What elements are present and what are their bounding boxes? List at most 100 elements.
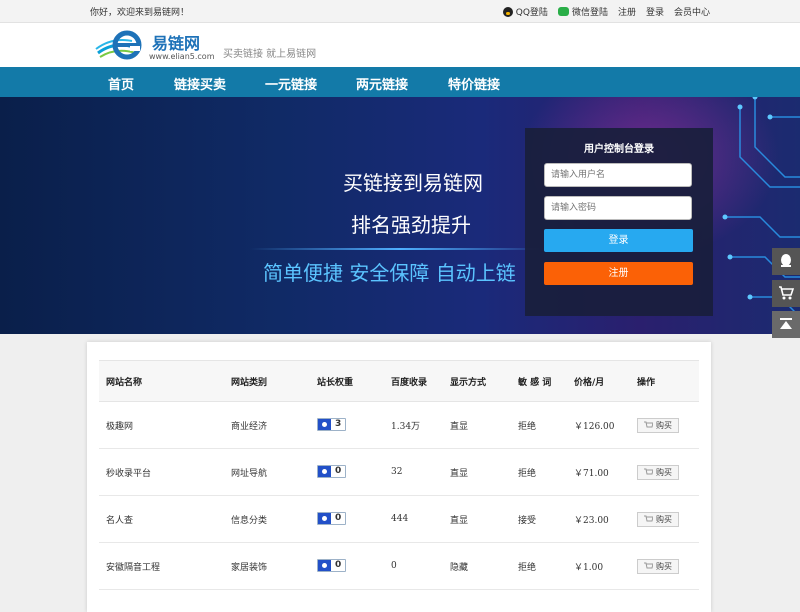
nav-item-two-yuan[interactable]: 两元链接 xyxy=(356,74,408,93)
password-input[interactable] xyxy=(544,196,692,220)
site-slogan: 买卖链接 就上易链网 xyxy=(223,49,317,60)
qq-login-label: QQ登陆 xyxy=(515,8,548,18)
site-domain: www.elian5.com xyxy=(149,52,215,61)
table-row: 名人查 信息分类 0 444 直显 接受 ￥23.00 购买 xyxy=(99,495,699,543)
side-qq-button[interactable] xyxy=(772,248,800,275)
baidu-indexed: 0 xyxy=(384,542,443,590)
cart-icon xyxy=(644,562,653,569)
baidu-weight-badge: 0 xyxy=(317,511,347,525)
site-name[interactable]: 名人查 xyxy=(99,495,224,543)
site-header: 易链网 www.elian5.com 买卖链接 就上易链网 xyxy=(0,23,800,67)
col-price: 价格/月 xyxy=(567,360,630,402)
side-back-to-top-button[interactable] xyxy=(772,311,800,338)
weight-value: 0 xyxy=(335,560,342,570)
nav-item-home[interactable]: 首页 xyxy=(108,74,134,93)
action-cell: 购买 xyxy=(630,495,699,543)
monthly-price: ￥1.00 xyxy=(567,542,630,590)
top-bar: 你好，欢迎来到易链网！ QQ登陆 微信登陆 注册 登录 会员中心 xyxy=(0,0,800,23)
qq-login-link[interactable]: QQ登陆 xyxy=(502,5,548,18)
site-name[interactable]: 秒收录平台 xyxy=(99,448,224,496)
cart-icon xyxy=(779,286,794,300)
buy-button[interactable]: 购买 xyxy=(637,558,679,574)
buy-label: 购买 xyxy=(656,420,672,430)
sensitive-words: 接受 xyxy=(511,495,567,543)
buy-button[interactable]: 购买 xyxy=(637,511,679,527)
site-weight: 0 xyxy=(310,448,384,496)
monthly-price: ￥126.00 xyxy=(567,401,630,449)
login-button[interactable]: 登录 xyxy=(544,229,693,252)
monthly-price: ￥23.00 xyxy=(567,495,630,543)
cart-icon xyxy=(644,515,653,522)
site-category: 信息分类 xyxy=(224,495,310,543)
table-row: 极趣网 商业经济 3 1.34万 直显 拒绝 ￥126.00 购买 xyxy=(99,401,699,449)
baidu-weight-badge: 3 xyxy=(317,417,347,431)
site-category: 家居装饰 xyxy=(224,542,310,590)
site-name[interactable]: 极趣网 xyxy=(99,401,224,449)
site-logo[interactable] xyxy=(94,27,150,63)
col-sensitive: 敏 感 词 xyxy=(511,360,567,402)
banner-line-3: 简单便捷 安全保障 自动上链 xyxy=(263,261,516,285)
login-title: 用户控制台登录 xyxy=(584,144,654,155)
site-weight: 0 xyxy=(310,495,384,543)
buy-button[interactable]: 购买 xyxy=(637,464,679,480)
register-button[interactable]: 注册 xyxy=(544,262,693,285)
action-cell: 购买 xyxy=(630,542,699,590)
baidu-paw-icon xyxy=(318,559,331,571)
welcome-text: 你好，欢迎来到易链网！ xyxy=(90,8,190,18)
display-mode: 直显 xyxy=(443,401,511,449)
side-cart-button[interactable] xyxy=(772,280,800,307)
buy-button[interactable]: 购买 xyxy=(637,417,679,433)
username-input[interactable] xyxy=(544,163,692,187)
display-mode: 直显 xyxy=(443,495,511,543)
top-links: QQ登陆 微信登陆 注册 登录 会员中心 xyxy=(502,5,710,18)
banner-line-1: 买链接到易链网 xyxy=(343,171,483,195)
banner-line-2: 排名强劲提升 xyxy=(351,213,471,237)
site-weight: 0 xyxy=(310,542,384,590)
baidu-paw-icon xyxy=(318,512,331,524)
baidu-indexed: 444 xyxy=(384,495,443,543)
link-list-panel: 网站名称 网站类别 站长权重 百度收录 显示方式 敏 感 词 价格/月 操作 极… xyxy=(87,342,711,612)
site-name[interactable]: 安徽隔音工程 xyxy=(99,542,224,590)
action-cell: 购买 xyxy=(630,448,699,496)
display-mode: 直显 xyxy=(443,448,511,496)
site-weight: 3 xyxy=(310,401,384,449)
cart-icon xyxy=(644,421,653,428)
buy-label: 购买 xyxy=(656,561,672,571)
wechat-login-link[interactable]: 微信登陆 xyxy=(557,5,608,18)
register-link[interactable]: 注册 xyxy=(618,5,636,18)
member-center-link[interactable]: 会员中心 xyxy=(674,5,710,18)
baidu-weight-badge: 0 xyxy=(317,558,347,572)
qq-icon xyxy=(781,254,791,267)
buy-label: 购买 xyxy=(656,467,672,477)
qq-icon xyxy=(502,6,513,17)
wechat-login-label: 微信登陆 xyxy=(571,8,608,18)
monthly-price: ￥71.00 xyxy=(567,448,630,496)
weight-value: 0 xyxy=(335,466,342,476)
nav-item-special[interactable]: 特价链接 xyxy=(448,74,500,93)
login-link[interactable]: 登录 xyxy=(646,5,664,18)
cart-icon xyxy=(644,468,653,475)
buy-label: 购买 xyxy=(656,514,672,524)
sensitive-words: 拒绝 xyxy=(511,448,567,496)
baidu-weight-badge: 0 xyxy=(317,464,347,478)
col-action: 操作 xyxy=(630,360,699,402)
nav-item-link-trade[interactable]: 链接买卖 xyxy=(174,74,226,93)
sensitive-words: 拒绝 xyxy=(511,401,567,449)
col-category: 网站类别 xyxy=(224,360,310,402)
brand-name: 易链网 xyxy=(152,34,201,53)
table-row: 秒收录平台 网址导航 0 32 直显 拒绝 ￥71.00 购买 xyxy=(99,448,699,496)
main-nav: 首页 链接买卖 一元链接 两元链接 特价链接 xyxy=(0,67,800,97)
nav-item-one-yuan[interactable]: 一元链接 xyxy=(265,74,317,93)
site-category: 商业经济 xyxy=(224,401,310,449)
back-to-top-icon xyxy=(780,318,792,329)
login-box: 用户控制台登录 登录 注册 xyxy=(525,128,713,316)
table-header-row: 网站名称 网站类别 站长权重 百度收录 显示方式 敏 感 词 价格/月 操作 xyxy=(99,360,699,402)
sensitive-words: 拒绝 xyxy=(511,542,567,590)
action-cell: 购买 xyxy=(630,401,699,449)
baidu-indexed: 32 xyxy=(384,448,443,496)
site-category: 网址导航 xyxy=(224,448,310,496)
display-mode: 隐藏 xyxy=(443,542,511,590)
wechat-icon xyxy=(557,7,569,16)
col-display: 显示方式 xyxy=(443,360,511,402)
weight-value: 0 xyxy=(335,513,342,523)
